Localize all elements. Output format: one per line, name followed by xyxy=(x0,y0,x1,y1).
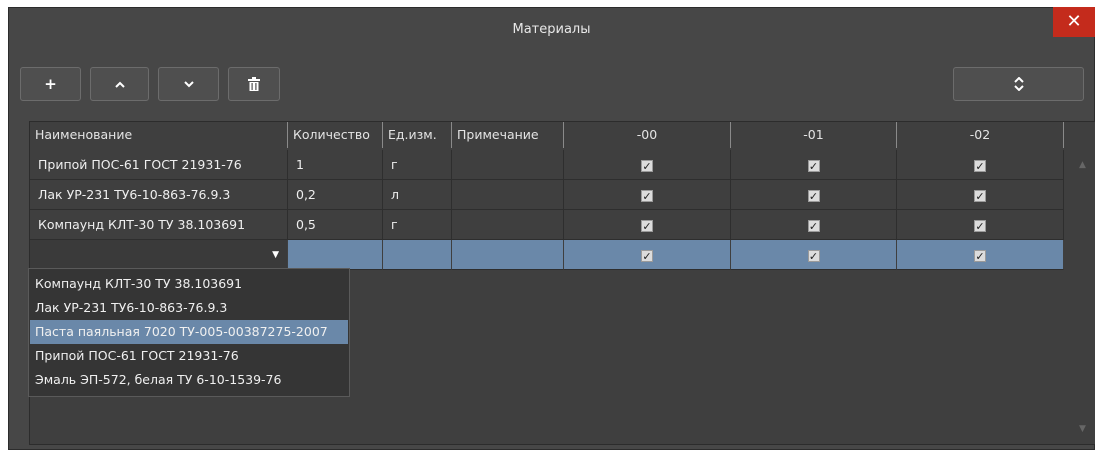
checkbox[interactable]: ✓ xyxy=(974,189,986,202)
cell-name-combobox[interactable]: ▼ xyxy=(30,240,288,270)
trash-icon xyxy=(248,77,260,91)
checkbox[interactable]: ✓ xyxy=(807,189,820,202)
cell-unit[interactable]: г xyxy=(383,210,452,240)
scroll-up-icon[interactable]: ▲ xyxy=(1079,160,1086,170)
cell-variant-01: ✓ xyxy=(731,180,897,210)
chevron-down-icon xyxy=(183,80,194,87)
close-button[interactable]: ✕ xyxy=(1053,7,1095,37)
close-icon: ✕ xyxy=(1066,11,1082,32)
checkbox[interactable]: ✓ xyxy=(807,159,820,172)
checkbox[interactable]: ✓ xyxy=(974,219,986,232)
checkbox[interactable]: ✓ xyxy=(974,249,986,262)
table-row[interactable]: Компаунд КЛТ-30 ТУ 38.103691 0,5 г ✓ ✓ ✓ xyxy=(30,210,1074,240)
chevron-up-icon xyxy=(114,81,125,88)
header-variant-00[interactable]: -00 xyxy=(564,122,731,148)
header-name[interactable]: Наименование xyxy=(30,122,288,148)
header-note[interactable]: Примечание xyxy=(452,122,564,148)
swap-button[interactable] xyxy=(953,67,1084,101)
header-quantity[interactable]: Количество xyxy=(288,122,383,148)
dropdown-option[interactable]: Компаунд КЛТ-30 ТУ 38.103691 xyxy=(30,272,348,296)
header-unit[interactable]: Ед.изм. xyxy=(383,122,452,148)
cell-unit[interactable]: л xyxy=(383,180,452,210)
cell-variant-00: ✓ xyxy=(564,180,731,210)
cell-quantity[interactable]: 1 xyxy=(288,150,383,180)
dropdown-option-highlighted[interactable]: Паста паяльная 7020 ТУ-005-00387275-2007 xyxy=(30,320,348,344)
cell-variant-02: ✓ xyxy=(897,240,1064,270)
cell-variant-02: ✓ xyxy=(897,150,1064,180)
table-row[interactable]: Припой ПОС-61 ГОСТ 21931-76 1 г ✓ ✓ ✓ xyxy=(30,150,1074,180)
move-up-button[interactable] xyxy=(90,67,149,101)
cell-quantity[interactable]: 0,2 xyxy=(288,180,383,210)
checkbox[interactable]: ✓ xyxy=(641,159,653,172)
dropdown-arrow-icon[interactable]: ▼ xyxy=(272,240,279,269)
cell-variant-00: ✓ xyxy=(564,150,731,180)
checkbox[interactable]: ✓ xyxy=(641,189,653,202)
cell-name[interactable]: Лак УР-231 ТУ6-10-863-76.9.3 xyxy=(30,180,288,210)
cell-note[interactable] xyxy=(452,240,564,270)
material-dropdown-list: Компаунд КЛТ-30 ТУ 38.103691 Лак УР-231 … xyxy=(28,268,350,397)
swap-icon xyxy=(1013,77,1024,91)
checkbox[interactable]: ✓ xyxy=(641,249,653,262)
cell-note[interactable] xyxy=(452,150,564,180)
cell-unit[interactable] xyxy=(383,240,452,270)
table-row-new[interactable]: ▼ ✓ ✓ ✓ xyxy=(30,240,1074,270)
title-bar: Материалы xyxy=(9,8,1094,52)
delete-button[interactable] xyxy=(228,67,280,101)
cell-name[interactable]: Компаунд КЛТ-30 ТУ 38.103691 xyxy=(30,210,288,240)
checkbox[interactable]: ✓ xyxy=(641,219,653,232)
plus-icon: + xyxy=(44,75,57,93)
cell-variant-01: ✓ xyxy=(731,210,897,240)
header-variant-02[interactable]: -02 xyxy=(897,122,1064,148)
checkbox[interactable]: ✓ xyxy=(807,219,820,232)
cell-quantity[interactable]: 0,5 xyxy=(288,210,383,240)
table-row[interactable]: Лак УР-231 ТУ6-10-863-76.9.3 0,2 л ✓ ✓ ✓ xyxy=(30,180,1074,210)
dropdown-option[interactable]: Эмаль ЭП-572, белая ТУ 6-10-1539-76 xyxy=(30,368,348,392)
cell-quantity[interactable] xyxy=(288,240,383,270)
add-button[interactable]: + xyxy=(20,67,81,101)
cell-variant-02: ✓ xyxy=(897,180,1064,210)
header-variant-01[interactable]: -01 xyxy=(731,122,897,148)
cell-variant-01: ✓ xyxy=(731,240,897,270)
cell-unit[interactable]: г xyxy=(383,150,452,180)
cell-variant-00: ✓ xyxy=(564,240,731,270)
cell-note[interactable] xyxy=(452,210,564,240)
move-down-button[interactable] xyxy=(158,67,219,101)
dropdown-option[interactable]: Припой ПОС-61 ГОСТ 21931-76 xyxy=(30,344,348,368)
dropdown-option[interactable]: Лак УР-231 ТУ6-10-863-76.9.3 xyxy=(30,296,348,320)
cell-note[interactable] xyxy=(452,180,564,210)
cell-name[interactable]: Припой ПОС-61 ГОСТ 21931-76 xyxy=(30,150,288,180)
scroll-down-icon[interactable]: ▼ xyxy=(1079,424,1086,434)
cell-variant-02: ✓ xyxy=(897,210,1064,240)
table-header: Наименование Количество Ед.изм. Примечан… xyxy=(30,122,1074,148)
dialog-title: Материалы xyxy=(512,22,591,37)
checkbox[interactable]: ✓ xyxy=(807,249,820,262)
cell-variant-01: ✓ xyxy=(731,150,897,180)
cell-variant-00: ✓ xyxy=(564,210,731,240)
checkbox[interactable]: ✓ xyxy=(974,159,986,172)
